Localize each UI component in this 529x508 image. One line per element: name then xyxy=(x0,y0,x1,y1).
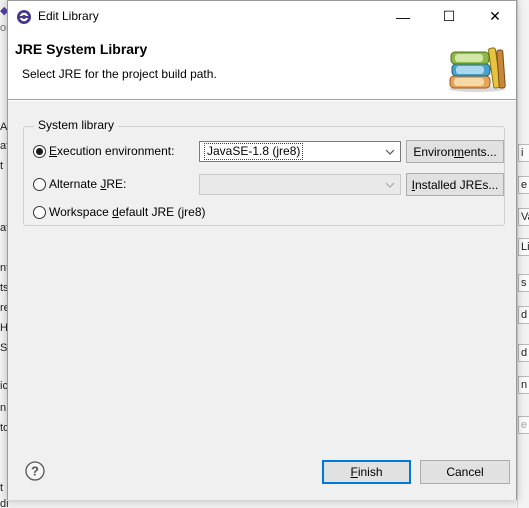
bg-fragment: Va xyxy=(518,208,529,226)
help-icon[interactable]: ? xyxy=(25,461,45,481)
environments-button[interactable]: Environ m ents... xyxy=(406,140,504,163)
window-title: Edit Library xyxy=(38,9,99,23)
chevron-down-icon xyxy=(383,175,397,194)
bg-fragment: d xyxy=(518,344,529,362)
bg-fragment: e xyxy=(518,416,529,434)
close-button[interactable]: ✕ xyxy=(472,1,518,32)
workspace-default-jre-radio[interactable]: Workspace default JRE (jre8) xyxy=(33,205,206,219)
alternate-jre-combo[interactable] xyxy=(199,174,401,195)
radio-selected-icon[interactable] xyxy=(33,144,46,158)
wizard-header: JRE System Library Select JRE for the pr… xyxy=(8,32,516,100)
bg-fragment: i xyxy=(518,144,529,162)
maximize-button[interactable]: ☐ xyxy=(426,1,472,32)
system-library-group: System library Execution environment: Ja… xyxy=(23,118,505,226)
execution-environment-radio[interactable]: Execution environment: xyxy=(33,144,174,158)
title-bar[interactable]: Edit Library — ☐ ✕ xyxy=(8,1,516,32)
radio-unselected-icon[interactable] xyxy=(33,177,46,191)
edit-library-dialog: Edit Library — ☐ ✕ JRE System Library Se… xyxy=(7,0,517,500)
header-description: Select JRE for the project build path. xyxy=(22,67,217,81)
eclipse-app-icon xyxy=(17,10,31,24)
svg-text:?: ? xyxy=(31,464,39,479)
finish-button[interactable]: Finish xyxy=(322,460,411,484)
group-label: System library xyxy=(34,118,119,132)
bg-fragment: e xyxy=(518,176,529,194)
combo-selected-value: JavaSE-1.8 (jre8) xyxy=(204,143,304,160)
chevron-down-icon xyxy=(383,142,397,161)
alternate-jre-radio[interactable]: Alternate JRE: xyxy=(33,177,126,191)
dialog-footer: ? Finish Cancel xyxy=(8,446,516,500)
radio-unselected-icon[interactable] xyxy=(33,205,46,219)
bg-fragment: Li xyxy=(518,238,529,256)
minimize-button[interactable]: — xyxy=(380,1,426,32)
library-books-icon xyxy=(449,47,506,92)
bg-fragment: n xyxy=(518,376,529,394)
alternate-jre-label: Alternate JRE: xyxy=(49,177,127,191)
dialog-body: System library Execution environment: Ja… xyxy=(8,101,516,446)
bg-fragment: s xyxy=(518,274,529,292)
execution-environment-label: Execution environment: xyxy=(49,144,175,158)
bg-fragment: d xyxy=(518,306,529,324)
installed-jres-button[interactable]: Installed JREs... xyxy=(406,173,504,196)
background-window-right: i e Va Li s d d n e xyxy=(517,0,529,508)
execution-environment-combo[interactable]: JavaSE-1.8 (jre8) xyxy=(199,141,401,162)
workspace-default-jre-label: Workspace default JRE (jre8) xyxy=(49,205,206,219)
header-title: JRE System Library xyxy=(15,41,148,57)
cancel-button[interactable]: Cancel xyxy=(420,460,510,484)
